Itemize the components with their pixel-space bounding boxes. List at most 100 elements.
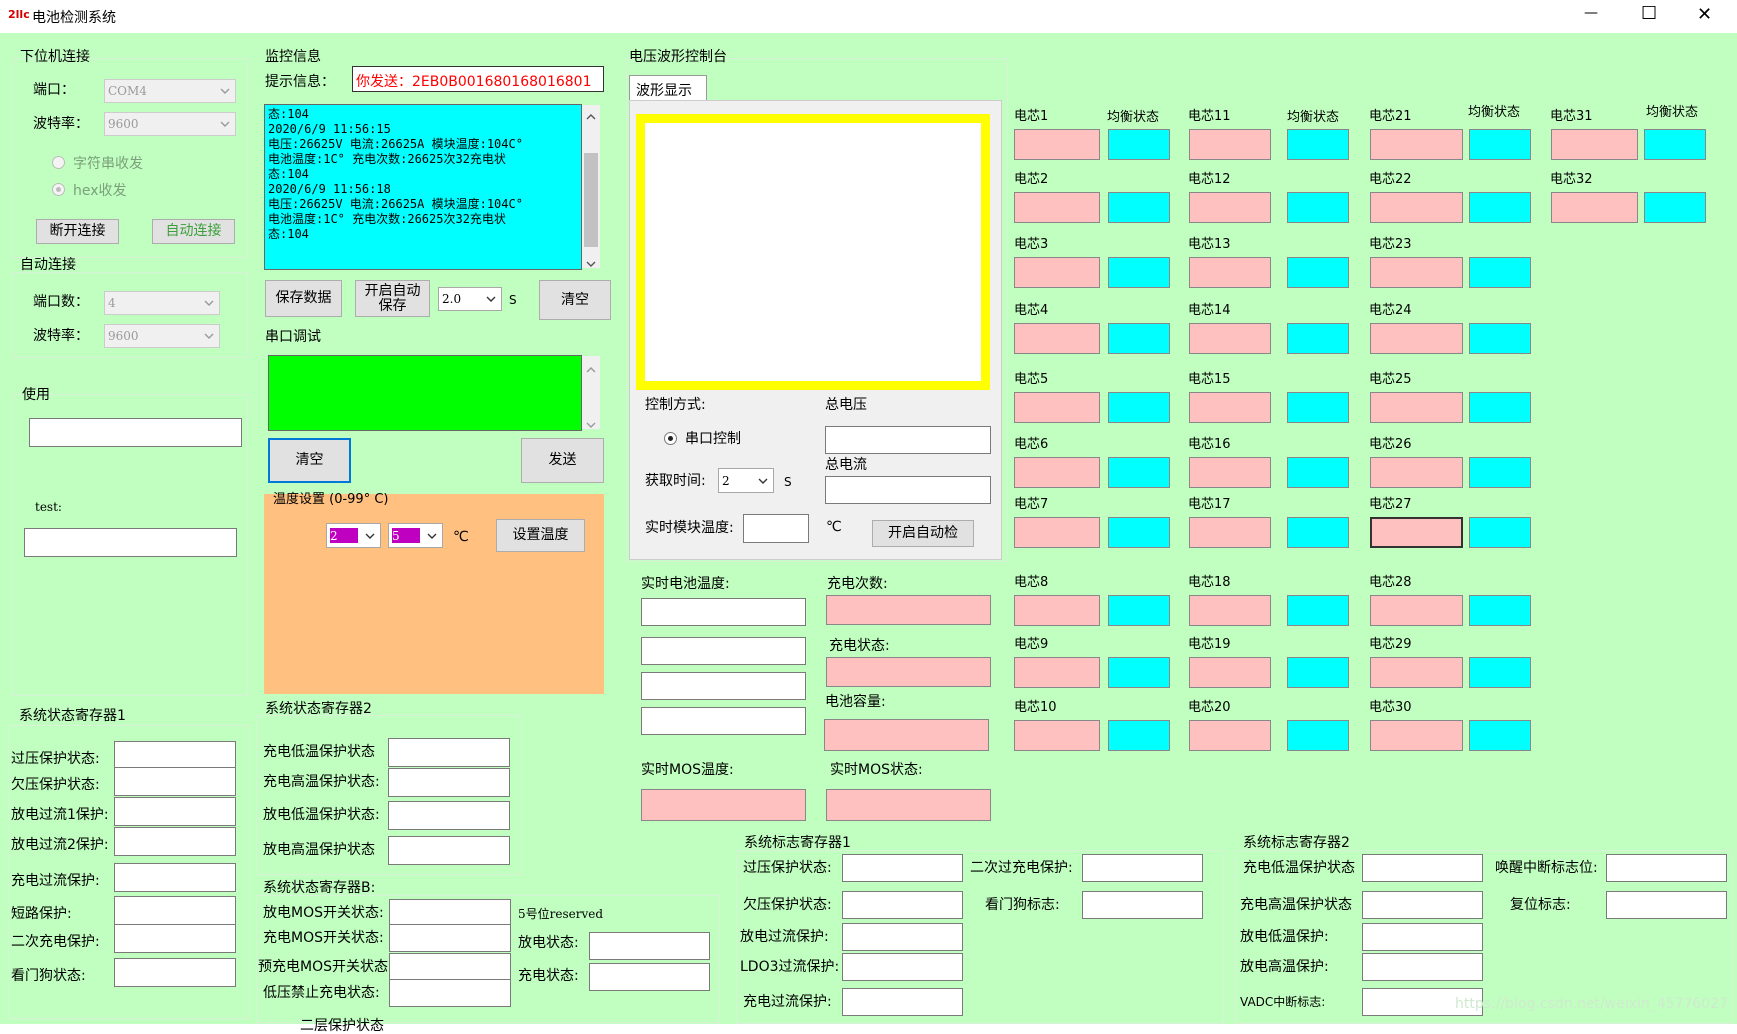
chevron-down-icon bbox=[201, 327, 217, 345]
sys-flag1-label: 充电过流保护: bbox=[743, 994, 832, 1010]
reserved-label: 5号位reserved bbox=[518, 907, 604, 921]
sys-reg1-label: 放电过流1保护: bbox=[11, 807, 109, 823]
cell-voltage-field bbox=[1014, 129, 1100, 160]
save-data-button[interactable]: 保存数据 bbox=[265, 280, 342, 317]
cell-balance-field bbox=[1287, 192, 1349, 223]
disconnect-button[interactable]: 断开连接 bbox=[36, 219, 119, 244]
cell-label: 电芯3 bbox=[1014, 237, 1049, 252]
auto-baud-select[interactable]: 9600 bbox=[104, 324, 220, 348]
cell-voltage-field bbox=[1370, 720, 1463, 751]
log-line: 态:104 bbox=[268, 107, 309, 121]
cell-label: 电芯22 bbox=[1369, 172, 1412, 187]
serial-input[interactable] bbox=[268, 355, 582, 431]
string-mode-radio[interactable] bbox=[52, 156, 65, 169]
chevron-down-icon bbox=[217, 82, 233, 100]
discharge-state-label: 放电状态: bbox=[518, 935, 579, 951]
sys-flag2-label: 充电高温保护状态 bbox=[1240, 897, 1352, 913]
chevron-up-icon[interactable] bbox=[586, 108, 596, 124]
sys-reg1-label: 欠压保护状态: bbox=[11, 777, 100, 793]
maximize-icon[interactable]: ☐ bbox=[1641, 3, 1657, 24]
temp-max-select[interactable]: 5 bbox=[388, 523, 443, 548]
send-button[interactable]: 发送 bbox=[521, 438, 604, 483]
cell-voltage-field bbox=[1189, 657, 1271, 688]
port-select[interactable]: COM4 bbox=[104, 79, 236, 103]
sys-reg2-label: 充电低温保护状态 bbox=[263, 744, 375, 760]
sys-regB-title: 系统状态寄存器B: bbox=[263, 880, 376, 896]
auto-conn-title: 自动连接 bbox=[20, 257, 76, 273]
cell-balance-field bbox=[1469, 323, 1531, 354]
cell-label: 电芯15 bbox=[1188, 372, 1231, 387]
chevron-down-icon bbox=[424, 526, 440, 545]
sys-reg1-field bbox=[114, 896, 236, 925]
mos-state-field bbox=[826, 789, 991, 821]
cell-label: 电芯6 bbox=[1014, 437, 1049, 452]
sys-reg2-label: 放电低温保护状态: bbox=[263, 807, 380, 823]
sys-flag2-right-field bbox=[1606, 891, 1727, 919]
sys-flag2-label: 充电低温保护状态 bbox=[1243, 860, 1355, 876]
balance-status-header: 均衡状态 bbox=[1468, 105, 1521, 120]
monitor-clear-button[interactable]: 清空 bbox=[539, 280, 611, 320]
sys-regB-label: 充电MOS开关状态: bbox=[263, 930, 384, 946]
cell-label: 电芯5 bbox=[1014, 372, 1049, 387]
cell-voltage-field bbox=[1189, 457, 1271, 488]
port-count-select[interactable]: 4 bbox=[104, 291, 220, 315]
close-icon[interactable]: ✕ bbox=[1697, 4, 1712, 25]
save-interval-select[interactable]: 2.0 bbox=[438, 287, 502, 311]
usage-input[interactable] bbox=[29, 418, 242, 447]
temp-min-select[interactable]: 2 bbox=[326, 523, 381, 548]
auto-check-button[interactable]: 开启自动检 bbox=[872, 520, 974, 547]
log-line: 电池温度:1C° 充电次数:26625次32充电状 bbox=[268, 212, 506, 226]
sys-reg2-label: 充电高温保护状态: bbox=[263, 774, 380, 790]
serial-control-radio[interactable] bbox=[664, 432, 677, 445]
cell-balance-field bbox=[1287, 392, 1349, 423]
sys-reg1-label: 看门狗状态: bbox=[11, 968, 86, 984]
cell-balance-field bbox=[1287, 517, 1349, 548]
chevron-down-icon[interactable] bbox=[586, 255, 596, 271]
cell-balance-field bbox=[1108, 595, 1170, 626]
cell-label: 电芯16 bbox=[1188, 437, 1231, 452]
capacity-label: 电池容量: bbox=[825, 694, 886, 710]
minimize-icon[interactable]: — bbox=[1584, 5, 1598, 21]
sys-flag2-right-label: 唤醒中断标志位: bbox=[1495, 860, 1598, 876]
auto-save-button[interactable]: 开启自动 保存 bbox=[355, 280, 430, 317]
test-input[interactable] bbox=[24, 528, 237, 557]
temp-unit: ℃ bbox=[453, 529, 469, 545]
sys-flag1-right-field bbox=[1082, 891, 1203, 919]
chevron-down-icon[interactable] bbox=[586, 416, 596, 432]
auto-baud-label: 波特率： bbox=[33, 328, 89, 344]
cell-balance-field bbox=[1287, 720, 1349, 751]
lower-conn-title: 下位机连接 bbox=[20, 49, 90, 65]
cell-voltage-field bbox=[1370, 392, 1463, 423]
cell-label: 电芯21 bbox=[1369, 109, 1412, 124]
fetch-time-select[interactable]: 2 bbox=[718, 468, 774, 493]
tab-waveform[interactable]: 波形显示 bbox=[629, 75, 707, 101]
cell-label: 电芯26 bbox=[1369, 437, 1412, 452]
cell-voltage-field bbox=[1189, 257, 1271, 288]
charge-count-label: 充电次数: bbox=[827, 576, 888, 592]
cell-voltage-field bbox=[1370, 192, 1463, 223]
cell-label: 电芯25 bbox=[1369, 372, 1412, 387]
serial-clear-button[interactable]: 清空 bbox=[268, 438, 351, 483]
total-current-label: 总电流 bbox=[825, 457, 867, 473]
sys-regB-field bbox=[389, 953, 511, 981]
cell-label: 电芯10 bbox=[1014, 700, 1057, 715]
cell-voltage-field bbox=[1551, 129, 1638, 160]
hex-mode-radio[interactable] bbox=[52, 183, 65, 196]
port-label: 端口： bbox=[33, 82, 75, 98]
set-temp-button[interactable]: 设置温度 bbox=[496, 519, 585, 552]
sys-regB-label: 放电MOS开关状态: bbox=[263, 905, 384, 921]
cell-balance-field bbox=[1108, 129, 1170, 160]
sys-flag1-label: 放电过流保护: bbox=[740, 929, 829, 945]
chevron-down-icon bbox=[217, 115, 233, 133]
autoconnect-button[interactable]: 自动连接 bbox=[152, 219, 235, 244]
cell-voltage-field bbox=[1370, 457, 1463, 488]
serial-scrollbar[interactable] bbox=[582, 356, 600, 429]
cell-voltage-field bbox=[1370, 257, 1463, 288]
monitor-scrollbar[interactable] bbox=[582, 105, 600, 268]
baud-select[interactable]: 9600 bbox=[104, 112, 236, 136]
chevron-up-icon[interactable] bbox=[586, 361, 596, 377]
mos-temp-label: 实时MOS温度: bbox=[641, 762, 734, 778]
sys-flag2-field bbox=[1362, 923, 1483, 951]
control-mode-label: 控制方式: bbox=[645, 397, 706, 413]
cell-balance-field bbox=[1287, 657, 1349, 688]
